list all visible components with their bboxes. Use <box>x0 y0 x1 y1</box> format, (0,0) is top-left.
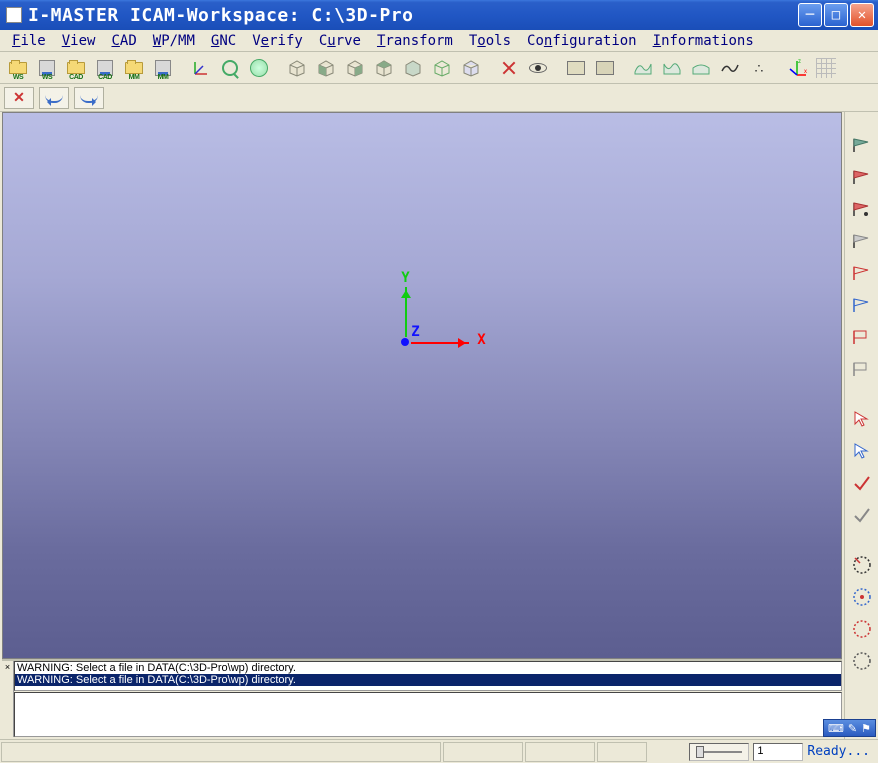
output-close-button[interactable]: × <box>2 661 14 737</box>
eye-view-button[interactable] <box>524 55 552 81</box>
rect-2-button[interactable] <box>591 55 619 81</box>
status-panel-3 <box>525 742 595 762</box>
surface-2-button[interactable] <box>658 55 686 81</box>
xyz-axis-button[interactable]: xz <box>783 55 811 81</box>
flag-tool-5[interactable] <box>849 260 875 286</box>
menu-file[interactable]: File <box>4 31 54 51</box>
mini-toolbar: ⌨ ✎ ⚑ <box>823 719 876 737</box>
flag-tool-4[interactable] <box>849 228 875 254</box>
points-button[interactable]: ∴ <box>745 55 773 81</box>
menu-tools[interactable]: Tools <box>461 31 519 51</box>
secondary-toolbar: ✕ <box>0 84 878 112</box>
save-mm-button[interactable]: MM <box>149 55 177 81</box>
axis-gizmo: X Y Z <box>405 342 406 343</box>
svg-text:x: x <box>804 69 807 75</box>
open-mm-button[interactable]: MM <box>120 55 148 81</box>
delete-x-button[interactable] <box>495 55 523 81</box>
menu-configuration[interactable]: Configuration <box>519 31 645 51</box>
redo-button[interactable] <box>74 87 104 109</box>
surface-3-button[interactable] <box>687 55 715 81</box>
surface-1-button[interactable] <box>629 55 657 81</box>
rect-1-button[interactable] <box>562 55 590 81</box>
open-ws-button[interactable]: WS <box>4 55 32 81</box>
curve-button[interactable] <box>716 55 744 81</box>
menu-gnc[interactable]: GNC <box>203 31 244 51</box>
flag-tool-7[interactable] <box>849 324 875 350</box>
cube-view-1[interactable] <box>283 55 311 81</box>
menu-curve[interactable]: Curve <box>311 31 369 51</box>
dotted-circle-blue[interactable] <box>849 584 875 610</box>
save-ws-button[interactable]: WS <box>33 55 61 81</box>
cancel-x-button[interactable]: ✕ <box>4 87 34 109</box>
cube-view-2[interactable] <box>312 55 340 81</box>
message-log[interactable]: WARNING: Select a file in DATA(C:\3D-Pro… <box>14 661 842 691</box>
cube-view-4[interactable] <box>370 55 398 81</box>
dotted-circle-cursor[interactable] <box>849 552 875 578</box>
keyboard-icon[interactable]: ⌨ <box>828 722 844 735</box>
main-toolbar: WS WS CAD CAD MM MM ∴ xz <box>0 52 878 84</box>
flag-tool-8[interactable] <box>849 356 875 382</box>
pencil-icon[interactable]: ✎ <box>848 722 857 735</box>
menu-cad[interactable]: CAD <box>103 31 144 51</box>
close-button[interactable]: ✕ <box>850 3 874 27</box>
arrow-check-gray[interactable] <box>849 502 875 528</box>
flag-icon[interactable]: ⚑ <box>861 722 871 735</box>
origin-axis-button[interactable] <box>187 55 215 81</box>
log-line-selected: WARNING: Select a file in DATA(C:\3D-Pro… <box>15 674 841 686</box>
zoom-button[interactable] <box>216 55 244 81</box>
menu-informations[interactable]: Informations <box>645 31 762 51</box>
minimize-button[interactable]: ─ <box>798 3 822 27</box>
y-axis-label: Y <box>401 270 409 286</box>
status-panel-4 <box>597 742 647 762</box>
maximize-button[interactable]: □ <box>824 3 848 27</box>
status-ready-label: Ready... <box>807 744 870 759</box>
status-panel-2 <box>443 742 523 762</box>
cube-view-5[interactable] <box>399 55 427 81</box>
arrow-cursor-red[interactable] <box>849 406 875 432</box>
flag-tool-3[interactable] <box>849 196 875 222</box>
menu-wpmm[interactable]: WP/MM <box>145 31 203 51</box>
dotted-circle-red[interactable] <box>849 616 875 642</box>
flag-tool-2[interactable] <box>849 164 875 190</box>
svg-text:z: z <box>798 59 801 65</box>
status-panel-1 <box>1 742 441 762</box>
status-value[interactable]: 1 <box>753 743 803 761</box>
save-cad-button[interactable]: CAD <box>91 55 119 81</box>
cube-view-3[interactable] <box>341 55 369 81</box>
cube-view-6[interactable] <box>428 55 456 81</box>
z-axis-label: Z <box>411 324 419 340</box>
open-cad-button[interactable]: CAD <box>62 55 90 81</box>
command-input[interactable] <box>14 692 842 737</box>
status-slider[interactable] <box>689 743 749 761</box>
menu-verify[interactable]: Verify <box>244 31 311 51</box>
dotted-circle-gray[interactable] <box>849 648 875 674</box>
app-icon <box>6 7 22 23</box>
menu-view[interactable]: View <box>54 31 104 51</box>
right-toolbar <box>844 112 878 739</box>
undo-button[interactable] <box>39 87 69 109</box>
status-bar: 1 Ready... <box>0 739 878 763</box>
menu-transform[interactable]: Transform <box>369 31 461 51</box>
arrow-check-red[interactable] <box>849 470 875 496</box>
x-axis-label: X <box>477 332 485 348</box>
title-bar: I-MASTER ICAM-Workspace: C:\3D-Pro ─ □ ✕ <box>0 0 878 30</box>
flag-tool-6[interactable] <box>849 292 875 318</box>
x-axis-icon <box>411 342 469 344</box>
arrow-cursor-blue[interactable] <box>849 438 875 464</box>
grid-button[interactable] <box>812 55 840 81</box>
globe-button[interactable] <box>245 55 273 81</box>
z-axis-icon <box>401 338 409 346</box>
flag-tool-1[interactable] <box>849 132 875 158</box>
y-axis-icon <box>405 287 407 337</box>
menu-bar: File View CAD WP/MM GNC Verify Curve Tra… <box>0 30 878 52</box>
output-panel: × WARNING: Select a file in DATA(C:\3D-P… <box>2 659 842 737</box>
3d-viewport[interactable]: X Y Z <box>2 112 842 659</box>
log-line: WARNING: Select a file in DATA(C:\3D-Pro… <box>15 662 841 674</box>
cube-view-7[interactable] <box>457 55 485 81</box>
window-title: I-MASTER ICAM-Workspace: C:\3D-Pro <box>28 5 798 26</box>
